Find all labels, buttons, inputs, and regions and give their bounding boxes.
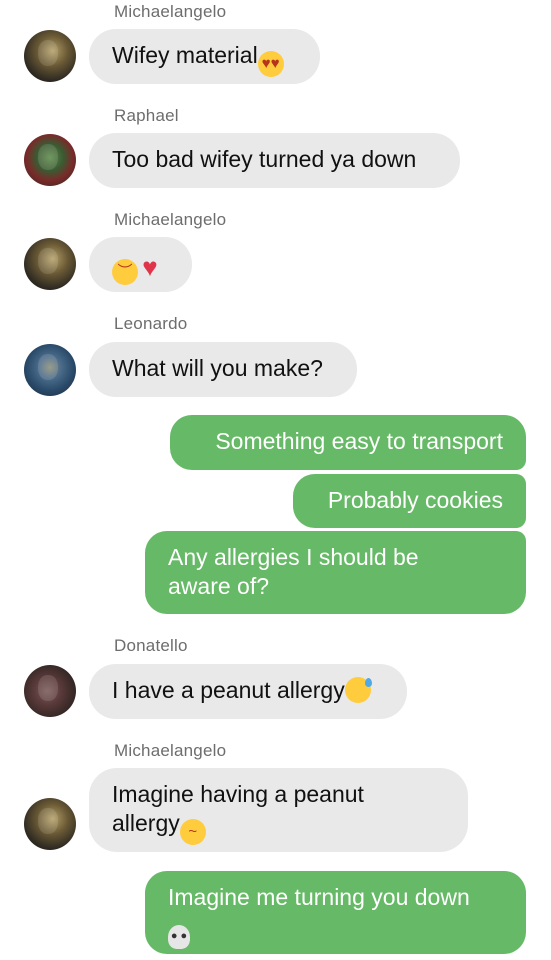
skull-emoji-icon: ● ● [168, 925, 190, 949]
outgoing-message[interactable]: Something easy to transport [170, 415, 526, 470]
sweat-smile-emoji-icon [344, 677, 372, 703]
outgoing-message[interactable]: Any allergies I should be aware of? [145, 531, 526, 614]
message-text-line: Any allergies I should be [168, 544, 419, 570]
incoming-message[interactable]: I have a peanut allergy [89, 664, 407, 719]
message-text-line: aware of? [168, 573, 270, 599]
avatar-leonardo[interactable] [24, 344, 76, 396]
avatar-michaelangelo[interactable] [24, 238, 76, 290]
heart-eyes-emoji-icon: ♥♥ [257, 51, 284, 77]
broken-heart-icon: ♥ [142, 252, 158, 282]
message-text: I have a peanut allergy [112, 677, 345, 703]
message-text: Too bad wifey turned ya down [112, 146, 417, 172]
incoming-message[interactable]: What will you make? [89, 342, 357, 397]
incoming-message[interactable]: Wifey material ♥♥ [89, 29, 320, 84]
sender-name: Donatello [114, 636, 188, 655]
sender-name: Michaelangelo [114, 2, 227, 21]
sender-name: Michaelangelo [114, 210, 227, 229]
avatar-raphael[interactable] [24, 134, 76, 186]
avatar-michaelangelo[interactable] [24, 30, 76, 82]
message-text-line: Imagine having a peanut [112, 781, 364, 807]
avatar-michaelangelo[interactable] [24, 798, 76, 850]
message-text: Wifey material [112, 42, 258, 68]
outgoing-message[interactable]: Imagine me turning you down ● ● [145, 871, 526, 954]
sneezing-face-emoji-icon: ~ [179, 819, 206, 845]
sender-name: Leonardo [114, 314, 188, 333]
message-text-line: allergy [112, 810, 180, 836]
disappointed-face-icon: ︶ [112, 259, 138, 285]
outgoing-message[interactable]: Probably cookies [293, 474, 526, 528]
incoming-message[interactable]: Too bad wifey turned ya down [89, 133, 460, 188]
sender-name: Raphael [114, 106, 179, 125]
message-text: Imagine me turning you down [168, 884, 470, 910]
incoming-message[interactable]: Imagine having a peanut allergy ~ [89, 768, 468, 852]
message-text: Something easy to transport [215, 428, 503, 454]
message-text: Probably cookies [327, 487, 503, 513]
avatar-donatello[interactable] [24, 665, 76, 717]
message-text: What will you make? [112, 355, 323, 381]
sender-name: Michaelangelo [114, 741, 227, 760]
incoming-message[interactable]: ︶ ♥ [89, 237, 192, 292]
